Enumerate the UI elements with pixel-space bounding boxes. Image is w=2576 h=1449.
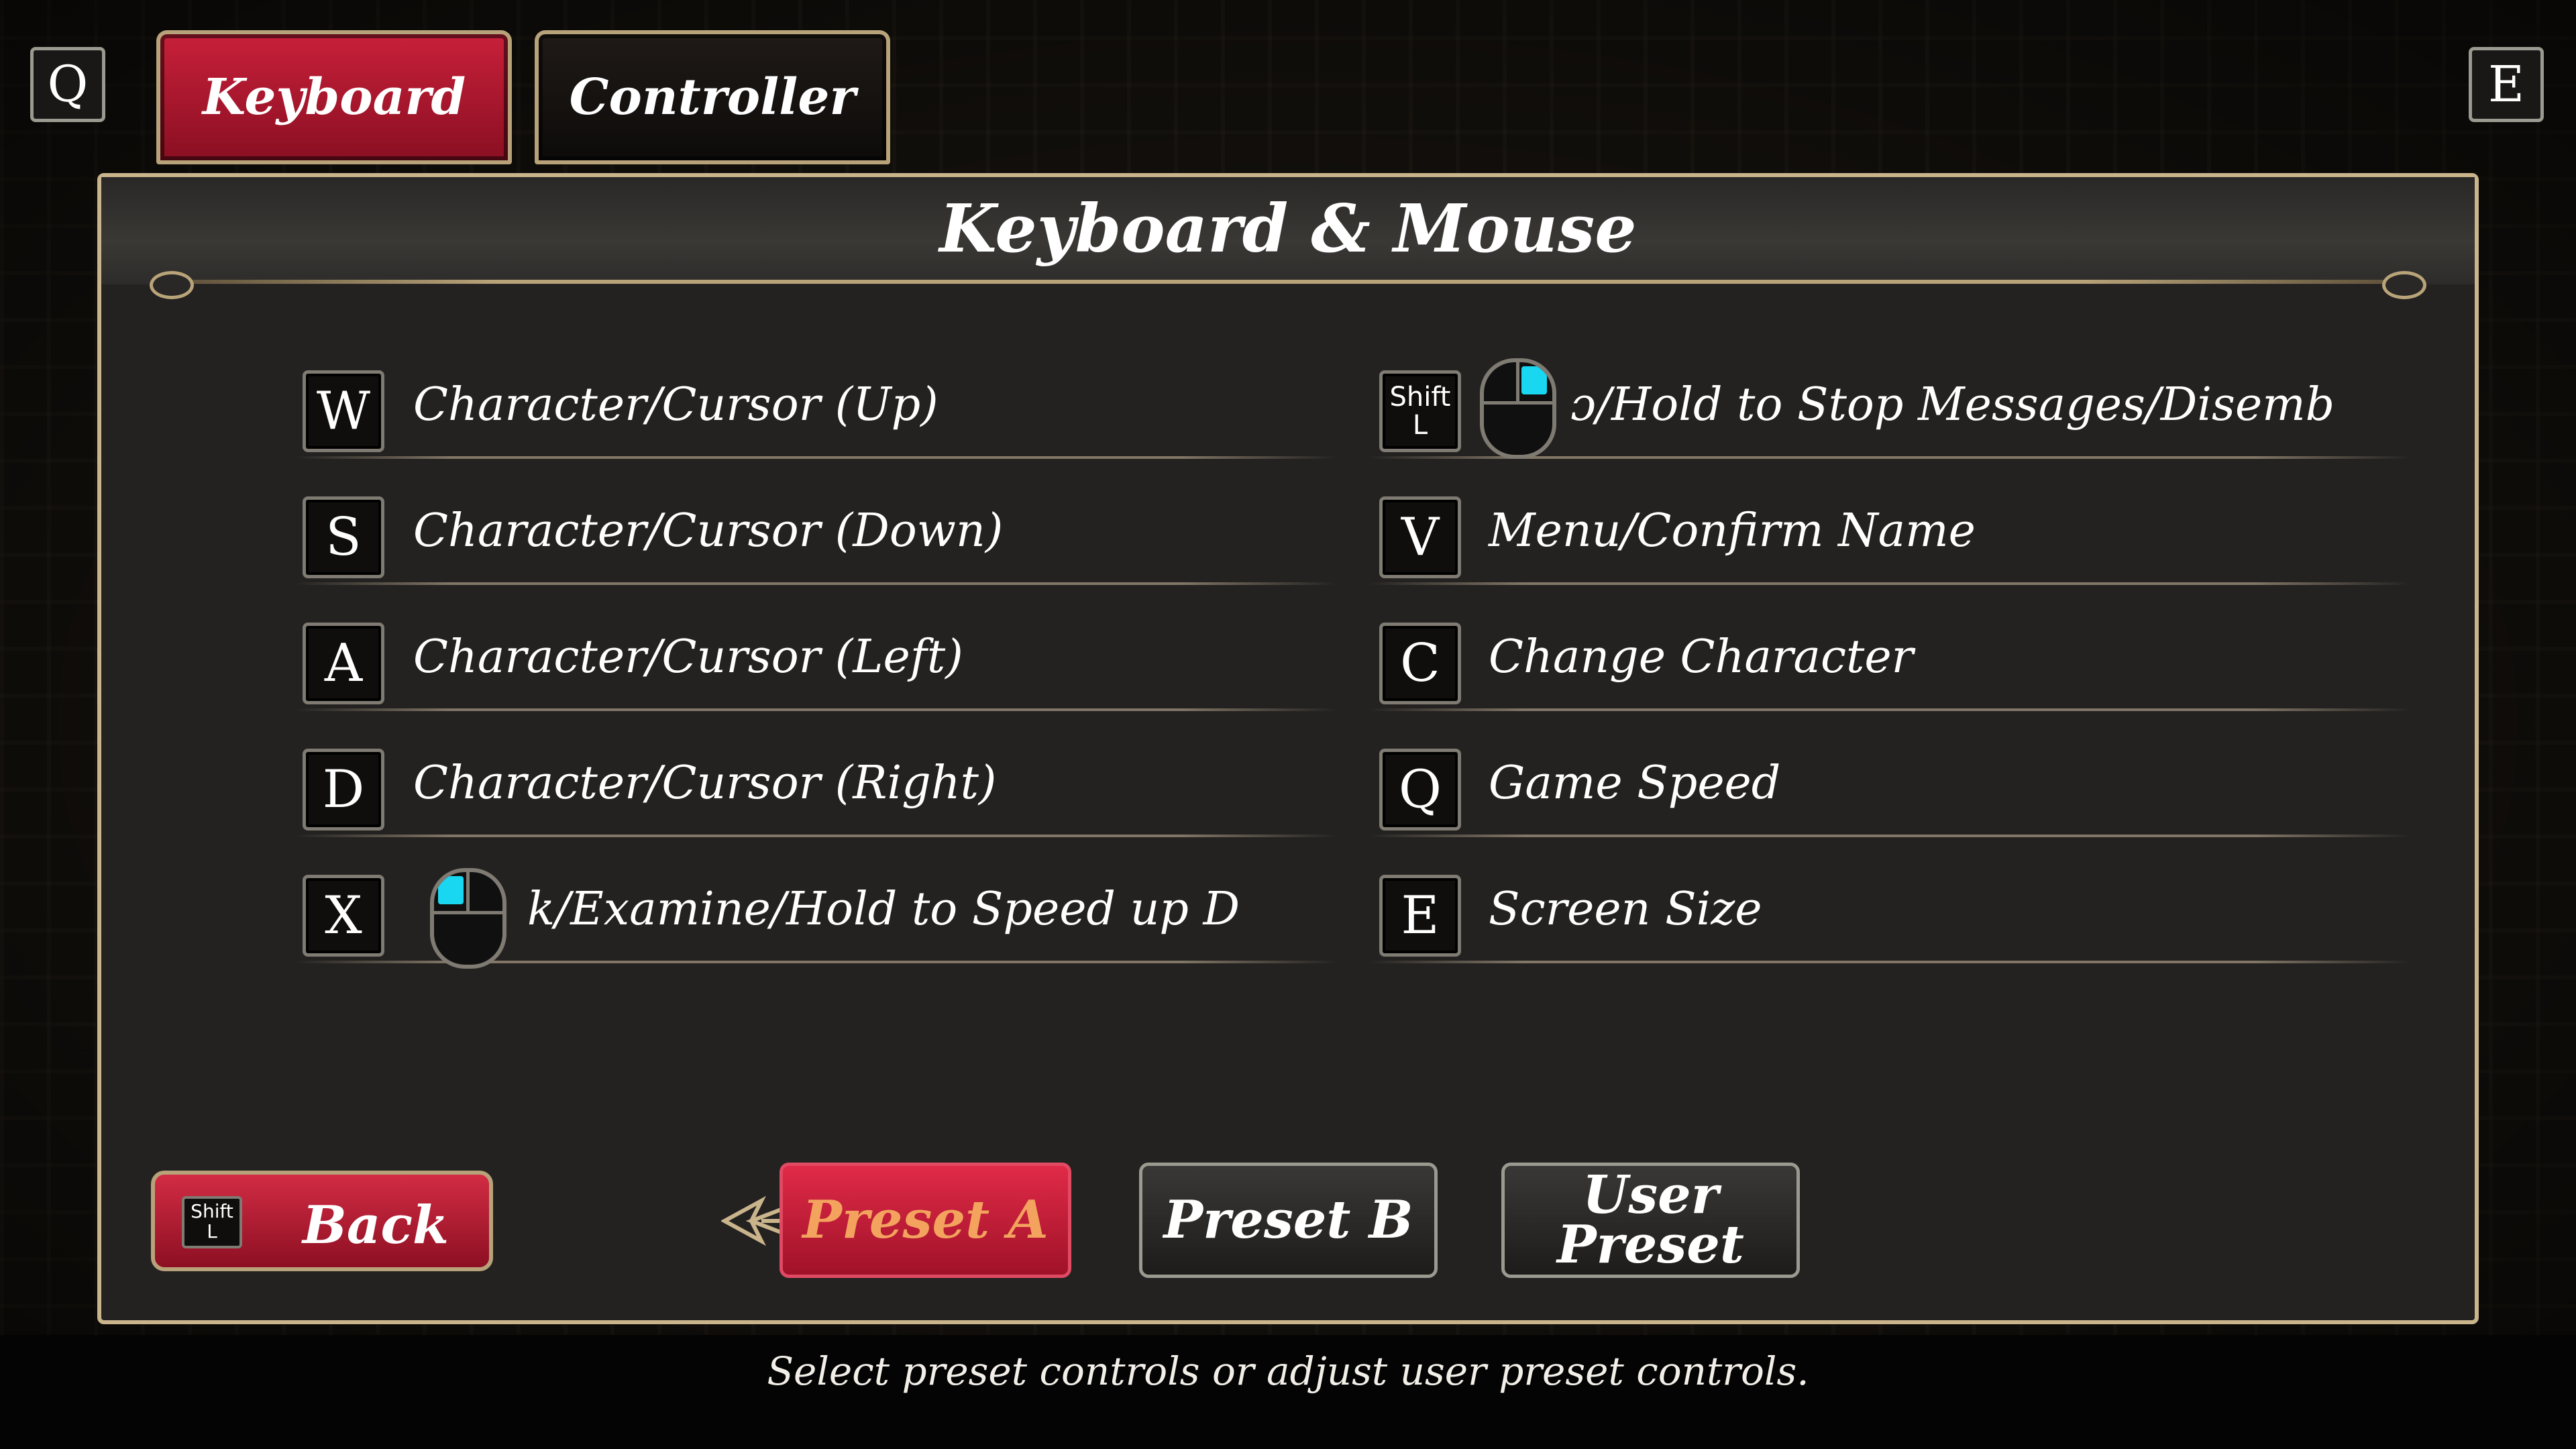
- next-tab-key-hint[interactable]: E: [2469, 47, 2544, 122]
- key-cap: X: [303, 875, 384, 957]
- key-cap: V: [1379, 496, 1461, 578]
- binding-action: Game Speed: [1489, 757, 1781, 810]
- key-cap: D: [303, 749, 384, 830]
- key-cap-top: Shift: [191, 1200, 233, 1222]
- binding-action: Menu/Confirm Name: [1489, 504, 1976, 557]
- prev-tab-key-hint[interactable]: Q: [30, 47, 105, 122]
- divider-ornament-right: [2382, 271, 2426, 299]
- binding-action: Screen Size: [1489, 883, 1762, 936]
- binding-row[interactable]: A Character/Cursor (Left): [296, 597, 1336, 711]
- key-cap-shift: Shift L: [1379, 370, 1461, 452]
- binding-action: Character/Cursor (Left): [413, 631, 963, 684]
- key-cap-bottom: L: [1412, 410, 1428, 441]
- shift-key-icon: Shift L: [182, 1196, 242, 1248]
- back-button-label: Back: [303, 1195, 449, 1256]
- binding-action: k/Examine/Hold to Speed up Dialo: [527, 883, 1242, 936]
- binding-row[interactable]: Q Game Speed: [1369, 723, 2409, 837]
- binding-row[interactable]: S Character/Cursor (Down): [296, 471, 1336, 585]
- footer-hint-text: Select preset controls or adjust user pr…: [767, 1348, 1809, 1394]
- header-divider: [162, 280, 2414, 284]
- key-cap: Q: [1379, 749, 1461, 830]
- binding-action: ɔ/Hold to Stop Messages/Disembar: [1570, 378, 2335, 431]
- key-cap-bottom: L: [207, 1220, 217, 1242]
- key-cap: C: [1379, 623, 1461, 704]
- binding-row[interactable]: Shift L ɔ/Hold to Stop Messages/Disembar: [1369, 345, 2409, 459]
- preset-a-button[interactable]: Preset A: [780, 1163, 1071, 1278]
- binding-row[interactable]: W Character/Cursor (Up): [296, 345, 1336, 459]
- binding-action: Character/Cursor (Down): [413, 504, 1004, 557]
- key-cap: W: [303, 370, 384, 452]
- binding-action: Change Character: [1489, 631, 1914, 684]
- binding-row[interactable]: X k/Examine/Hold to Speed up Dialo: [296, 849, 1336, 969]
- key-cap: S: [303, 496, 384, 578]
- panel-header: Keyboard & Mouse: [101, 177, 2475, 299]
- mouse-right-click-icon: [1480, 358, 1556, 459]
- preset-b-button[interactable]: Preset B: [1139, 1163, 1438, 1278]
- key-cap-top: Shift: [1389, 382, 1451, 413]
- tab-controller[interactable]: Controller: [535, 30, 890, 164]
- binding-row[interactable]: V Menu/Confirm Name: [1369, 471, 2409, 585]
- mouse-left-click-icon: [430, 868, 506, 969]
- back-button[interactable]: Shift L Back: [151, 1171, 493, 1271]
- tab-keyboard[interactable]: Keyboard: [156, 30, 512, 164]
- action-clip: k/Examine/Hold to Speed up Dialo: [527, 876, 1242, 950]
- binding-action: Character/Cursor (Up): [413, 378, 938, 431]
- binding-row[interactable]: C Change Character: [1369, 597, 2409, 711]
- divider-ornament-left: [150, 271, 194, 299]
- binding-action: Character/Cursor (Right): [413, 757, 997, 810]
- key-cap: A: [303, 623, 384, 704]
- controls-panel: Keyboard & Mouse W Character/Cursor (Up)…: [97, 173, 2479, 1324]
- user-preset-button[interactable]: User Preset: [1501, 1163, 1800, 1278]
- key-cap: E: [1379, 875, 1461, 957]
- panel-title: Keyboard & Mouse: [939, 191, 1637, 268]
- action-clip: ɔ/Hold to Stop Messages/Disembar: [1570, 372, 2335, 445]
- binding-row[interactable]: D Character/Cursor (Right): [296, 723, 1336, 837]
- binding-row[interactable]: E Screen Size: [1369, 849, 2409, 963]
